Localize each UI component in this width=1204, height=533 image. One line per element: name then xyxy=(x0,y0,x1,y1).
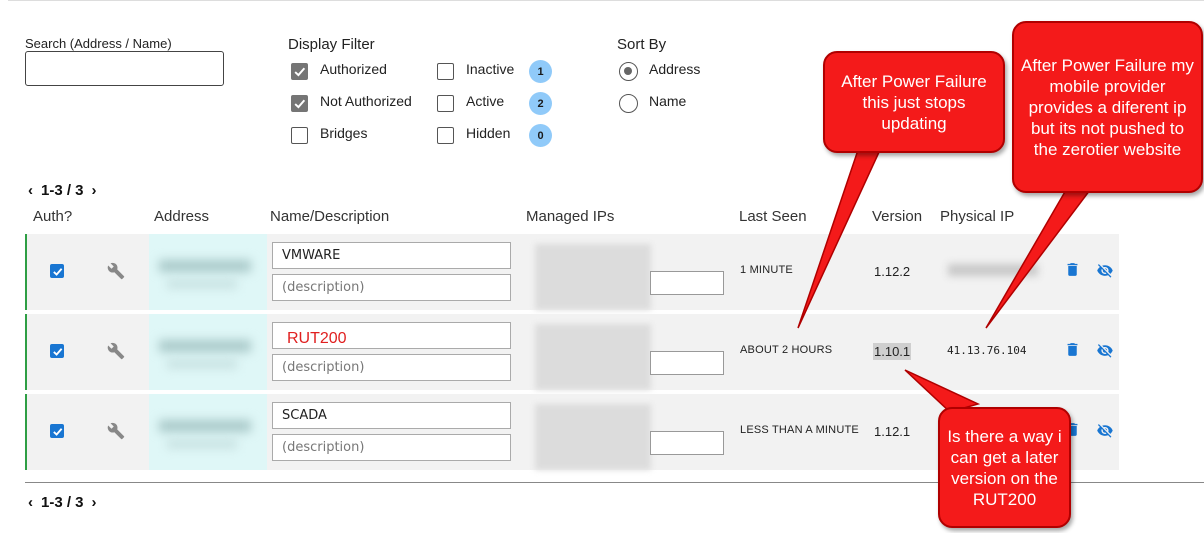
pager-top: ‹ 1-3 / 3 › xyxy=(28,181,97,199)
last-seen: ABOUT 2 HOURS xyxy=(740,344,833,356)
search-input[interactable] xyxy=(25,51,224,86)
annotation-callout-1: After Power Failure this just stops upda… xyxy=(823,51,1005,153)
description-input[interactable]: (description) xyxy=(272,274,511,301)
filter-bridges-checkbox[interactable] xyxy=(291,127,308,144)
managed-ip-input[interactable] xyxy=(650,271,724,295)
managed-ip-input[interactable] xyxy=(650,351,724,375)
filter-active-label: Active xyxy=(466,93,505,109)
version: 1.12.1 xyxy=(874,424,911,439)
name-input[interactable]: VMWARE xyxy=(272,242,511,269)
address-redacted xyxy=(149,314,267,390)
filter-hidden-label: Hidden xyxy=(466,125,511,141)
auth-checkbox[interactable] xyxy=(50,264,64,278)
wrench-icon[interactable] xyxy=(107,342,125,360)
check-icon xyxy=(294,99,306,109)
version: 1.12.2 xyxy=(874,264,911,279)
rut200-overlay-text: RUT200 xyxy=(287,330,347,347)
wrench-icon[interactable] xyxy=(107,422,125,440)
eye-off-icon[interactable] xyxy=(1095,342,1115,359)
filter-inactive-checkbox[interactable] xyxy=(437,63,454,80)
chevron-left-icon[interactable]: ‹ xyxy=(28,494,33,511)
managed-ips-redacted xyxy=(535,244,651,310)
inactive-count-badge: 1 xyxy=(529,60,552,83)
managed-ips-redacted xyxy=(535,324,651,390)
table-row: VMWARE (description) 1 MINUTE 1.12.2 xyxy=(25,234,1119,310)
check-icon xyxy=(52,427,62,436)
filter-active-checkbox[interactable] xyxy=(437,95,454,112)
name-input[interactable]: SCADA xyxy=(272,402,511,429)
header-physical-ip[interactable]: Physical IP xyxy=(940,208,1014,225)
header-address[interactable]: Address xyxy=(154,208,209,225)
header-managed-ips[interactable]: Managed IPs xyxy=(526,208,614,225)
annotation-callout-3: Is there a way i can get a later version… xyxy=(938,407,1071,528)
filter-authorized-label: Authorized xyxy=(320,61,387,77)
sort-name-label: Name xyxy=(649,93,687,109)
eye-off-icon[interactable] xyxy=(1095,262,1115,279)
check-icon xyxy=(52,267,62,276)
sort-by-title: Sort By xyxy=(617,36,667,53)
check-icon xyxy=(294,67,306,77)
physical-ip: 41.13.76.104 xyxy=(947,344,1027,357)
check-icon xyxy=(52,347,62,356)
auth-checkbox[interactable] xyxy=(50,344,64,358)
hidden-count-badge: 0 xyxy=(529,124,552,147)
trash-icon[interactable] xyxy=(1064,340,1081,359)
display-filter-title: Display Filter xyxy=(288,36,375,53)
trash-icon[interactable] xyxy=(1064,260,1081,279)
version: 1.10.1 xyxy=(873,343,912,360)
header-version[interactable]: Version xyxy=(872,208,922,225)
pager-range: 1-3 / 3 xyxy=(41,493,84,511)
header-last-seen[interactable]: Last Seen xyxy=(739,208,807,225)
chevron-left-icon[interactable]: ‹ xyxy=(28,182,33,199)
address-redacted xyxy=(149,234,267,310)
active-count-badge: 2 xyxy=(529,92,552,115)
header-name-description[interactable]: Name/Description xyxy=(270,208,389,225)
eye-off-icon[interactable] xyxy=(1095,422,1115,439)
filter-not-authorized-checkbox[interactable] xyxy=(291,95,308,112)
wrench-icon[interactable] xyxy=(107,262,125,280)
physical-ip-redacted xyxy=(948,264,1038,276)
managed-ip-input[interactable] xyxy=(650,431,724,455)
search-label: Search (Address / Name) xyxy=(25,36,172,51)
sort-address-label: Address xyxy=(649,61,701,77)
sort-address-radio[interactable] xyxy=(619,62,638,81)
chevron-right-icon[interactable]: › xyxy=(92,494,97,511)
header-auth[interactable]: Auth? xyxy=(33,208,72,225)
last-seen: 1 MINUTE xyxy=(740,264,793,276)
filter-not-authorized-label: Not Authorized xyxy=(320,93,412,109)
annotation-callout-2: After Power Failure my mobile provider p… xyxy=(1012,21,1203,193)
auth-checkbox[interactable] xyxy=(50,424,64,438)
sort-name-radio[interactable] xyxy=(619,94,638,113)
pager-bottom: ‹ 1-3 / 3 › xyxy=(28,493,97,511)
description-input[interactable]: (description) xyxy=(272,354,511,381)
filter-bridges-label: Bridges xyxy=(320,125,368,141)
description-input[interactable]: (description) xyxy=(272,434,511,461)
filter-authorized-checkbox[interactable] xyxy=(291,63,308,80)
pager-range: 1-3 / 3 xyxy=(41,181,84,199)
table-row: (description) ABOUT 2 HOURS 1.10.1 41.13… xyxy=(25,314,1119,390)
managed-ips-redacted xyxy=(535,404,651,470)
last-seen: LESS THAN A MINUTE xyxy=(740,424,859,436)
chevron-right-icon[interactable]: › xyxy=(92,182,97,199)
filter-hidden-checkbox[interactable] xyxy=(437,127,454,144)
top-divider xyxy=(8,0,1204,1)
address-redacted xyxy=(149,394,267,470)
filter-inactive-label: Inactive xyxy=(466,61,515,77)
